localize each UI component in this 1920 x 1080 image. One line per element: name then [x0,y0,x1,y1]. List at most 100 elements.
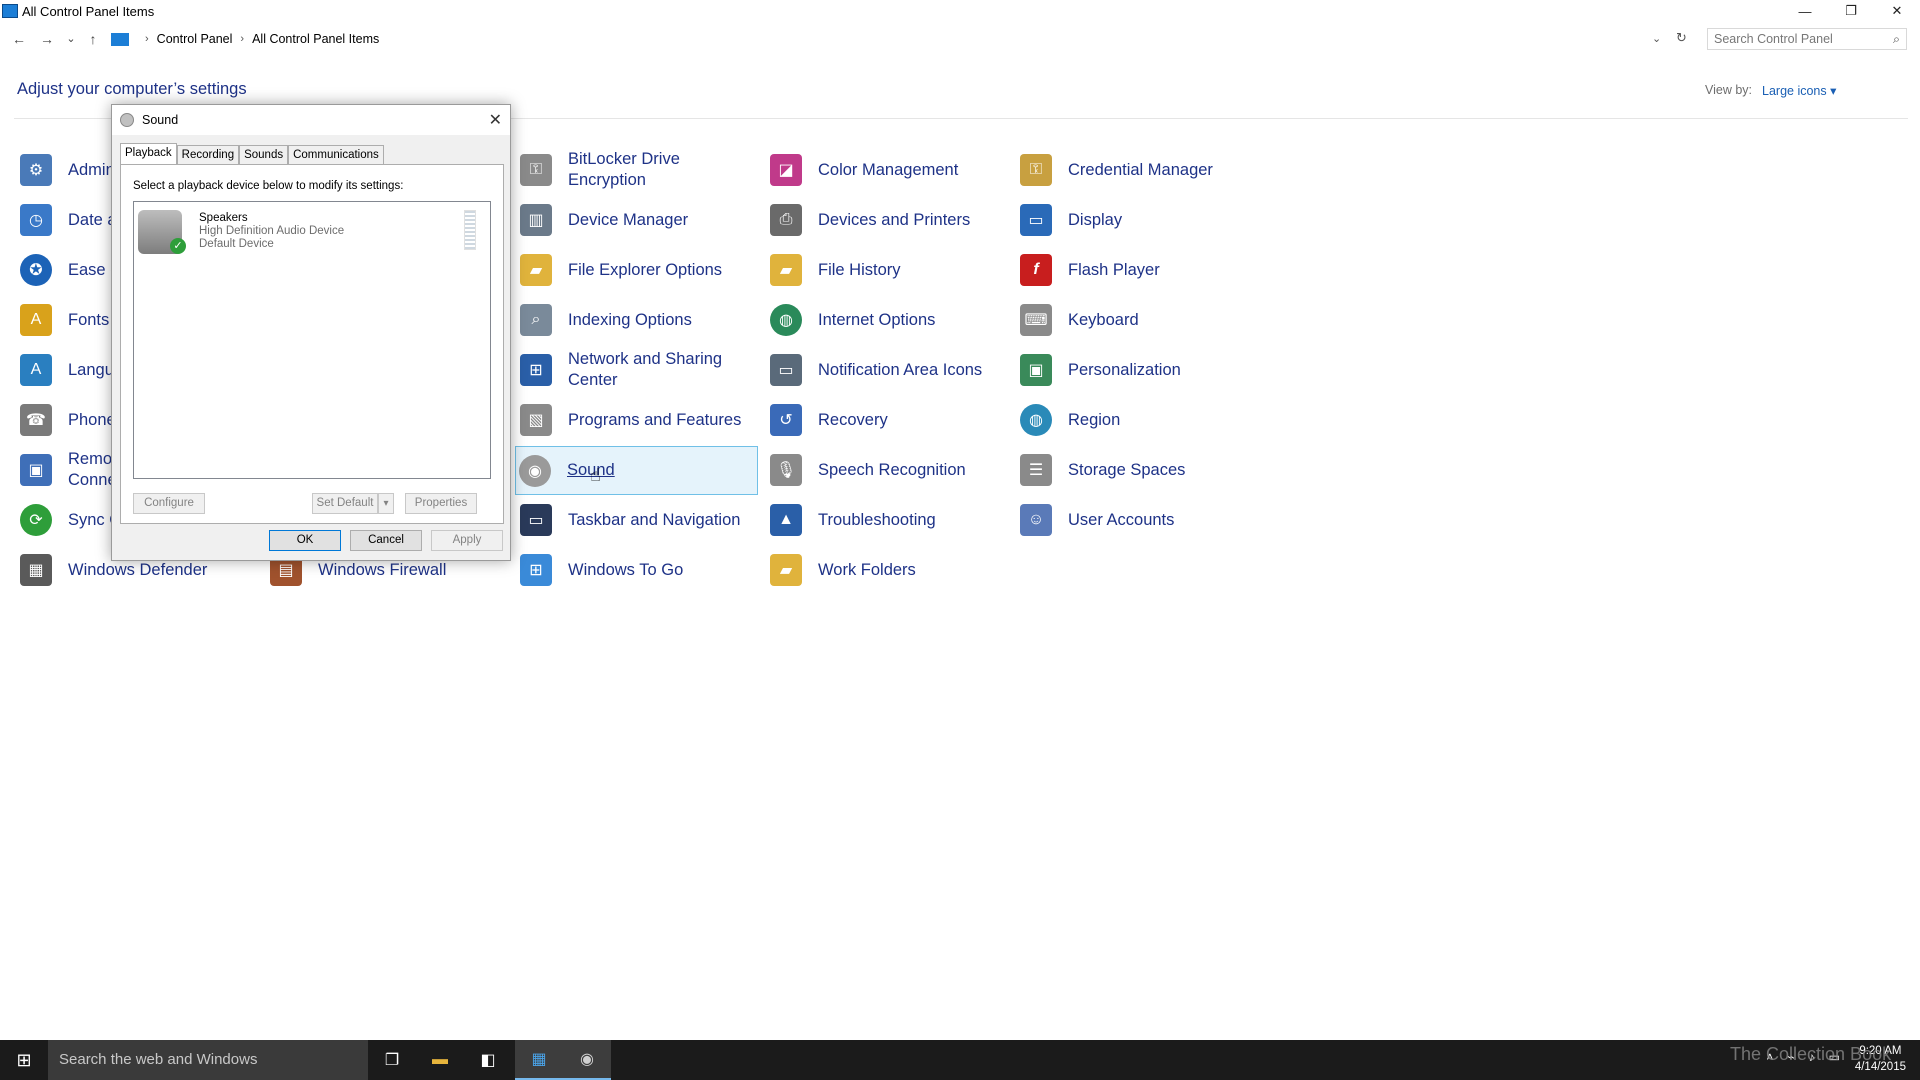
region-icon: ◍ [1020,404,1052,436]
store-taskbar-icon[interactable]: ◧ [464,1040,512,1080]
cp-item-label: Phone [68,410,116,429]
cp-item-region[interactable]: ◍ Region [1017,396,1257,444]
cp-item-personalization[interactable]: ▣ Personalization [1017,346,1257,394]
address-field[interactable]: › Control Panel › All Control Panel Item… [106,28,1706,50]
dialog-title: Sound [142,113,179,127]
close-button[interactable]: ✕ [1874,0,1920,22]
bitlocker-icon: ⚿ [520,154,552,186]
remote-icon: ▣ [20,454,52,486]
search-input[interactable]: Search Control Panel ⌕ [1707,28,1907,50]
cp-item-label: Recovery [818,410,888,429]
cp-item-windows-to-go[interactable]: ⊞ Windows To Go [517,546,757,594]
color-management-icon: ◪ [770,154,802,186]
set-default-button[interactable]: Set Default [312,493,378,514]
task-view-button[interactable]: ❐ [368,1040,416,1080]
ok-button[interactable]: OK [269,530,341,551]
cp-item-label: Windows To Go [568,560,684,579]
breadcrumb-control-panel[interactable]: Control Panel [157,32,233,46]
cp-item-label: Devices and Printers [818,210,971,229]
tab-recording[interactable]: Recording [176,145,240,164]
device-description: High Definition Audio Device [199,225,345,237]
tab-communications[interactable]: Communications [288,145,384,164]
cp-item-bitlocker[interactable]: ⚿ BitLocker Drive Encryption [517,146,757,194]
refresh-button[interactable]: ↻ [1676,30,1687,46]
breadcrumb-separator: › [145,33,149,45]
breadcrumb-all-items[interactable]: All Control Panel Items [252,32,379,46]
cp-item-network-and-sharing[interactable]: ⊞ Network and Sharing Center [517,346,757,394]
cp-item-device-manager[interactable]: ▥ Device Manager [517,196,757,244]
tab-sounds[interactable]: Sounds [239,145,289,164]
cp-item-storage-spaces[interactable]: ☰ Storage Spaces [1017,446,1257,494]
cp-item-label: Troubleshooting [818,510,936,529]
cp-item-label: Keyboard [1068,310,1139,329]
cp-item-file-history[interactable]: ▰ File History [767,246,1007,294]
defender-icon: ▦ [20,554,52,586]
cp-item-programs-and-features[interactable]: ▧ Programs and Features [517,396,757,444]
properties-button[interactable]: Properties [405,493,477,514]
notification-icon: ▭ [770,354,802,386]
cp-item-display[interactable]: ▭ Display [1017,196,1257,244]
cp-item-work-folders[interactable]: ▰ Work Folders [767,546,1007,594]
set-default-dropdown[interactable]: ▾ [378,493,394,514]
cp-item-user-accounts[interactable]: ☺ User Accounts [1017,496,1257,544]
cp-item-devices-and-printers[interactable]: ⎙ Devices and Printers [767,196,1007,244]
cp-item-label: File Explorer Options [568,260,723,279]
cp-item-label: Programs and Features [568,410,742,429]
speaker-icon: ◉ [519,454,551,487]
tab-playback[interactable]: Playback [120,143,177,164]
default-check-icon: ✓ [170,238,186,254]
file-explorer-taskbar-icon[interactable]: ▬ [416,1040,464,1080]
taskbar-search-input[interactable]: Search the web and Windows [48,1040,368,1080]
flash-icon: f [1020,254,1052,286]
watermark-text: The Collection Book [1730,1044,1892,1064]
cp-item-label-line2: Center [568,371,618,389]
cancel-button[interactable]: Cancel [350,530,422,551]
restore-button[interactable]: ❐ [1828,0,1874,22]
dialog-close-button[interactable]: ✕ [489,110,502,130]
network-icon: ⊞ [520,354,552,386]
playback-instruction: Select a playback device below to modify… [133,180,404,192]
apply-button[interactable]: Apply [431,530,503,551]
device-state: Default Device [199,238,274,250]
cp-item-troubleshooting[interactable]: ▲ Troubleshooting [767,496,1007,544]
forward-button[interactable]: → [38,30,56,48]
cp-item-flash-player[interactable]: f Flash Player [1017,246,1257,294]
cp-item-internet-options[interactable]: ◍ Internet Options [767,296,1007,344]
keyboard-icon: ⌨ [1020,304,1052,336]
dialog-tabs: Playback Recording Sounds Communications [120,143,384,164]
minimize-button[interactable]: — [1782,0,1828,22]
phone-icon: ☎ [20,404,52,436]
tools-icon: ⚙ [20,154,52,186]
cp-item-keyboard[interactable]: ⌨ Keyboard [1017,296,1257,344]
cp-item-label: Notification Area Icons [818,360,983,379]
cp-item-taskbar-and-navigation[interactable]: ▭ Taskbar and Navigation [517,496,757,544]
cp-item-color-management[interactable]: ◪ Color Management [767,146,1007,194]
playback-device-list[interactable]: ✓ Speakers High Definition Audio Device … [133,201,491,479]
view-by-dropdown[interactable]: Large icons ▾ [1762,83,1836,98]
accessibility-icon: ✪ [20,254,52,286]
configure-button[interactable]: Configure [133,493,205,514]
cp-item-credential-manager[interactable]: ⚿ Credential Manager [1017,146,1257,194]
back-button[interactable]: ← [10,30,28,48]
sound-taskbar-icon[interactable]: ◉ [563,1040,611,1080]
recent-locations-button[interactable]: ⌄ [62,30,80,48]
start-button[interactable]: ⊞ [0,1040,48,1080]
cp-item-file-explorer-options[interactable]: ▰ File Explorer Options [517,246,757,294]
folder-options-icon: ▰ [520,254,552,286]
cp-item-label-line1: Network and Sharing [568,350,723,368]
cp-item-label: Speech Recognition [818,460,966,479]
playback-panel: Select a playback device below to modify… [120,164,504,524]
cp-item-label: Flash Player [1068,260,1160,279]
cp-item-recovery[interactable]: ↺ Recovery [767,396,1007,444]
cp-item-speech-recognition[interactable]: 🎙 Speech Recognition [767,446,1007,494]
up-button[interactable]: ↑ [84,30,102,48]
cp-item-indexing-options[interactable]: ⌕ Indexing Options [517,296,757,344]
taskbar-icon: ▭ [520,504,552,536]
credential-icon: ⚿ [1020,154,1052,186]
cp-item-sound[interactable]: ◉ Sound [515,446,758,495]
control-panel-taskbar-icon[interactable]: ▦ [515,1040,563,1080]
address-history-dropdown[interactable]: ⌄ [1652,32,1661,45]
cp-item-notification-area-icons[interactable]: ▭ Notification Area Icons [767,346,1007,394]
cp-item-label: Work Folders [818,560,916,579]
cp-item-label: Windows Firewall [318,560,447,579]
